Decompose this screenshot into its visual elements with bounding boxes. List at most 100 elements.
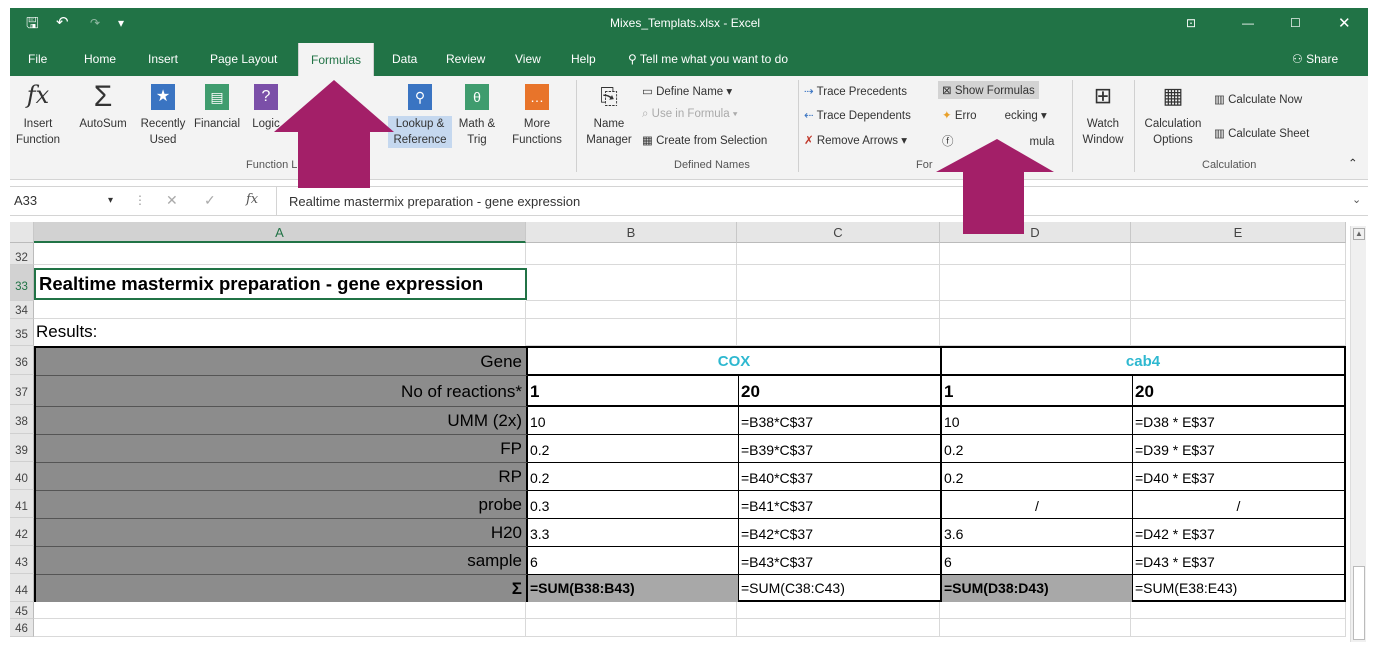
- value-cell[interactable]: =D38 * E$37: [1133, 407, 1344, 435]
- row-header[interactable]: 45: [10, 602, 34, 619]
- customize-qat-icon[interactable]: ▾: [118, 16, 124, 30]
- tab-help[interactable]: Help: [571, 52, 596, 66]
- name-box-dropdown-icon[interactable]: ▾: [108, 191, 113, 211]
- cancel-icon[interactable]: ✕: [166, 192, 178, 209]
- calculation-options-button[interactable]: ▦ Calculation Options: [1138, 82, 1208, 148]
- value-cell[interactable]: =B43*C$37: [739, 547, 942, 575]
- row-header[interactable]: 32: [10, 243, 34, 265]
- row-header[interactable]: 40: [10, 462, 34, 490]
- row-header[interactable]: 42: [10, 518, 34, 546]
- logical-button[interactable]: ? Logic: [246, 80, 286, 132]
- enter-icon[interactable]: ✓: [204, 192, 216, 209]
- reactions-label[interactable]: No of reactions*: [36, 376, 528, 407]
- column-header-b[interactable]: B: [526, 222, 737, 243]
- watch-window-button[interactable]: ⊞ Watch Window: [1076, 82, 1130, 148]
- error-checking-button[interactable]: ✦ Erro ecking ▾: [942, 108, 1047, 122]
- redo-icon[interactable]: ↷: [90, 16, 100, 30]
- select-all-corner[interactable]: [10, 222, 34, 243]
- ingredient-label[interactable]: FP: [36, 435, 528, 463]
- tell-me-search[interactable]: ⚲ Tell me what you want to do: [628, 52, 788, 66]
- value-cell[interactable]: /: [1133, 491, 1344, 519]
- value-cell[interactable]: =B38*C$37: [739, 407, 942, 435]
- row-header[interactable]: 41: [10, 490, 34, 518]
- tab-insert[interactable]: Insert: [148, 52, 178, 66]
- tab-home[interactable]: Home: [84, 52, 116, 66]
- value-cell[interactable]: =D42 * E$37: [1133, 519, 1344, 547]
- define-name-button[interactable]: ▭ Define Name ▾: [642, 84, 732, 98]
- row-header[interactable]: 36: [10, 346, 34, 375]
- share-button[interactable]: ⚇ Share: [1292, 52, 1338, 66]
- math-trig-button[interactable]: θ Math & Trig: [452, 80, 502, 148]
- value-cell[interactable]: =B42*C$37: [739, 519, 942, 547]
- gene-label[interactable]: Gene: [36, 348, 528, 376]
- row-header[interactable]: 35: [10, 319, 34, 346]
- scroll-up-icon[interactable]: ▲: [1353, 228, 1365, 240]
- results-label[interactable]: Results:: [34, 319, 526, 346]
- remove-arrows-button[interactable]: ✗ Remove Arrows ▾: [804, 133, 907, 147]
- gene-name-cox[interactable]: COX: [528, 348, 942, 376]
- tab-view[interactable]: View: [515, 52, 541, 66]
- reactions-cell[interactable]: 1: [528, 376, 739, 407]
- trace-precedents-button[interactable]: ⇢ Trace Precedents: [804, 84, 907, 98]
- collapse-ribbon-icon[interactable]: ⌃: [1348, 156, 1358, 170]
- ingredient-label[interactable]: H20: [36, 519, 528, 547]
- recently-used-button[interactable]: ★ Recently Used: [136, 80, 190, 148]
- value-cell[interactable]: =D39 * E$37: [1133, 435, 1344, 463]
- sum-cell[interactable]: =SUM(E38:E43): [1133, 575, 1344, 602]
- use-in-formula-button[interactable]: ⌕ Use in Formula ▾: [642, 108, 738, 121]
- financial-button[interactable]: ▤ Financial: [192, 80, 242, 132]
- more-functions-button[interactable]: … More Functions: [506, 80, 568, 148]
- tab-formulas[interactable]: Formulas: [298, 43, 375, 76]
- sum-cell[interactable]: =SUM(B38:B43): [528, 575, 739, 602]
- row-header[interactable]: 33: [10, 265, 34, 301]
- value-cell[interactable]: 0.3: [528, 491, 739, 519]
- ingredient-label[interactable]: RP: [36, 463, 528, 491]
- row-header[interactable]: 39: [10, 434, 34, 462]
- column-header-d[interactable]: D: [940, 222, 1131, 243]
- ingredient-label[interactable]: UMM (2x): [36, 407, 528, 435]
- column-header-a[interactable]: A: [34, 222, 526, 243]
- tab-page-layout[interactable]: Page Layout: [210, 52, 277, 66]
- value-cell[interactable]: =D43 * E$37: [1133, 547, 1344, 575]
- value-cell[interactable]: =D40 * E$37: [1133, 463, 1344, 491]
- sum-label[interactable]: Σ: [36, 575, 528, 602]
- evaluate-formula-button[interactable]: ⓕ mula: [942, 133, 1054, 149]
- insert-function-button[interactable]: fx Insert Function: [10, 80, 66, 148]
- tab-data[interactable]: Data: [392, 52, 417, 66]
- close-icon[interactable]: ✕: [1338, 14, 1351, 32]
- gene-name-cab4[interactable]: cab4: [942, 348, 1344, 376]
- ingredient-label[interactable]: sample: [36, 547, 528, 575]
- value-cell[interactable]: 6: [942, 547, 1133, 575]
- row-header[interactable]: 43: [10, 546, 34, 574]
- value-cell[interactable]: =B41*C$37: [739, 491, 942, 519]
- value-cell[interactable]: 0.2: [942, 435, 1133, 463]
- row-header[interactable]: 46: [10, 619, 34, 637]
- value-cell[interactable]: 0.2: [942, 463, 1133, 491]
- tab-file[interactable]: File: [28, 52, 47, 66]
- row-header[interactable]: 44: [10, 574, 34, 602]
- value-cell[interactable]: 10: [942, 407, 1133, 435]
- show-formulas-button[interactable]: ⊠ Show Formulas: [938, 81, 1039, 99]
- trace-dependents-button[interactable]: ⇠ Trace Dependents: [804, 108, 911, 122]
- save-icon[interactable]: 🖫: [26, 13, 39, 38]
- value-cell[interactable]: =B40*C$37: [739, 463, 942, 491]
- sum-cell[interactable]: =SUM(C38:C43): [739, 575, 942, 602]
- insert-function-icon[interactable]: fx: [246, 192, 258, 207]
- title-cell[interactable]: Realtime mastermix preparation - gene ex…: [34, 268, 527, 300]
- value-cell[interactable]: 0.2: [528, 463, 739, 491]
- lookup-reference-button[interactable]: ⚲ Lookup & Reference: [388, 80, 452, 148]
- column-header-c[interactable]: C: [737, 222, 940, 243]
- ribbon-display-icon[interactable]: ⊡: [1186, 16, 1196, 30]
- value-cell[interactable]: /: [942, 491, 1133, 519]
- undo-icon[interactable]: ↶: [56, 13, 69, 31]
- maximize-icon[interactable]: ☐: [1290, 16, 1301, 30]
- reactions-cell[interactable]: 20: [1133, 376, 1344, 407]
- value-cell[interactable]: 10: [528, 407, 739, 435]
- expand-formula-bar-icon[interactable]: ⌄: [1352, 193, 1361, 206]
- value-cell[interactable]: 6: [528, 547, 739, 575]
- worksheet-grid[interactable]: A B C D E 32 33 34 35 36 37 38 39 40 41 …: [10, 222, 1346, 642]
- name-box[interactable]: A33 ▾: [14, 191, 118, 211]
- value-cell[interactable]: 0.2: [528, 435, 739, 463]
- vertical-scrollbar[interactable]: ▲: [1350, 226, 1366, 642]
- calculate-now-button[interactable]: ▥ Calculate Now: [1214, 92, 1302, 106]
